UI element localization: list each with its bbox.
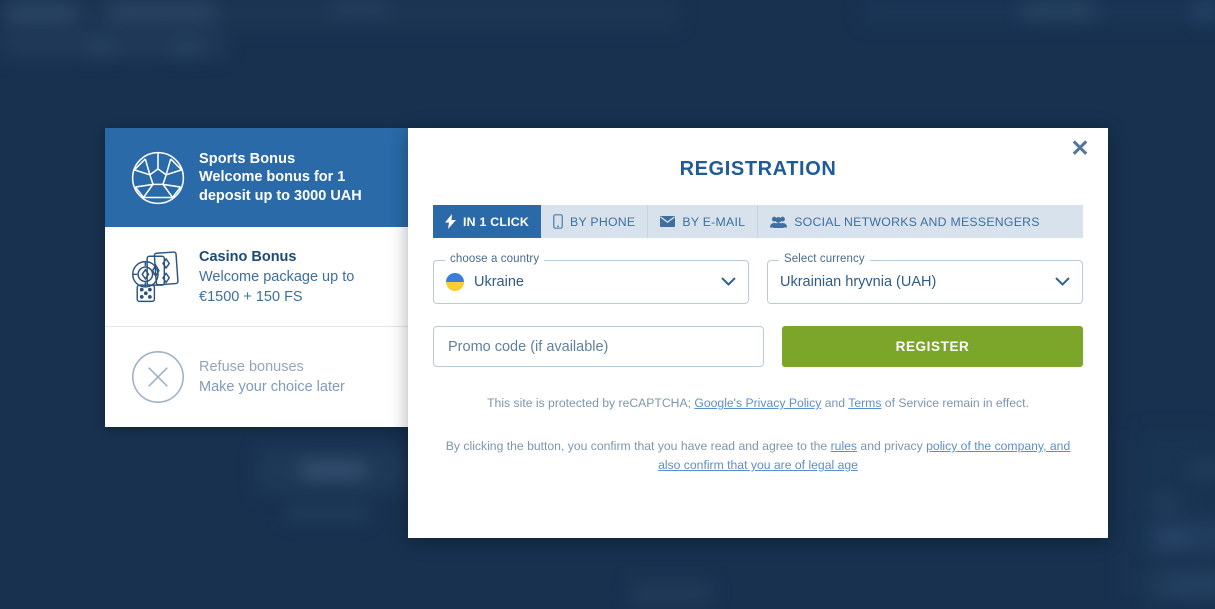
users-group-icon — [770, 216, 788, 228]
envelope-icon — [660, 216, 676, 227]
currency-select-value: Ukrainian hryvnia (UAH) — [780, 274, 937, 290]
background-placeholder — [285, 505, 369, 521]
terms-notice: By clicking the button, you confirm that… — [433, 437, 1083, 475]
bonus-description: Welcome bonus for 1 deposit up to 3000 U… — [199, 168, 362, 204]
form-row-promo-submit: REGISTER — [433, 326, 1083, 367]
close-icon[interactable]: ✕ — [1065, 133, 1095, 163]
recaptcha-text-pre: This site is protected by reCAPTCHA; — [487, 396, 695, 410]
background-placeholder — [1170, 533, 1180, 545]
tab-label: IN 1 CLICK — [463, 214, 530, 229]
currency-select-label: Select currency — [779, 253, 870, 265]
registration-method-tabs: IN 1 CLICK BY PHONE BY E-MAIL SOCIAL NET… — [433, 205, 1083, 238]
bonus-option-casino[interactable]: Casino Bonus Welcome package up to €1500… — [105, 227, 408, 327]
country-select-value: Ukraine — [474, 274, 524, 290]
country-select-label: choose a country — [445, 253, 545, 265]
bonus-option-sports[interactable]: Sports Bonus Welcome bonus for 1 deposit… — [105, 128, 408, 227]
background-placeholder — [108, 2, 216, 22]
bonus-title: Casino Bonus — [199, 248, 297, 265]
background-input — [1148, 521, 1215, 553]
background-placeholder — [630, 580, 712, 606]
recaptcha-text-mid: and — [821, 396, 849, 410]
chevron-down-icon — [721, 273, 736, 291]
recaptcha-text-post: of Service remain in effect. — [881, 396, 1029, 410]
bonus-selection-panel: Sports Bonus Welcome bonus for 1 deposit… — [105, 128, 408, 427]
bonus-description: Welcome package up to €1500 + 150 FS — [199, 268, 355, 305]
mobile-phone-icon — [553, 214, 563, 229]
tab-social-networks[interactable]: SOCIAL NETWORKS AND MESSENGERS — [758, 205, 1052, 238]
bonus-description: Make your choice later — [199, 378, 345, 395]
tab-label: BY PHONE — [570, 214, 636, 229]
recaptcha-notice: This site is protected by reCAPTCHA; Goo… — [433, 394, 1083, 413]
terms-text-mid: and privacy — [857, 439, 927, 453]
page-title: REGISTRATION — [679, 158, 837, 180]
chevron-down-icon — [1055, 273, 1070, 291]
register-button[interactable]: REGISTER — [782, 326, 1083, 367]
background-placeholder — [1190, 462, 1215, 476]
background-placeholder — [1168, 578, 1215, 592]
tab-label: SOCIAL NETWORKS AND MESSENGERS — [794, 214, 1040, 229]
tab-label: BY E-MAIL — [682, 214, 746, 229]
background-placeholder — [330, 0, 390, 16]
background-placeholder — [300, 462, 366, 478]
background-placeholder — [1022, 4, 1096, 18]
bonus-title: Sports Bonus — [199, 150, 296, 167]
google-privacy-policy-link[interactable]: Google's Privacy Policy — [694, 396, 821, 410]
registration-form: choose a country Ukraine Select currency… — [433, 253, 1083, 367]
tab-in-1-click[interactable]: IN 1 CLICK — [433, 205, 542, 238]
terms-link[interactable]: Terms — [848, 396, 881, 410]
currency-select[interactable]: Select currency Ukrainian hryvnia (UAH) — [767, 253, 1083, 304]
tab-by-phone[interactable]: BY PHONE — [541, 205, 649, 238]
casino-chips-cards-icon — [121, 249, 195, 305]
rules-link[interactable]: rules — [831, 439, 857, 453]
tab-by-email[interactable]: BY E-MAIL — [648, 205, 759, 238]
lightning-bolt-icon — [445, 214, 456, 229]
registration-modal: ✕ REGISTRATION IN 1 CLICK BY PHONE BY E-… — [408, 128, 1108, 538]
background-divider — [1125, 430, 1128, 609]
bonus-title: Refuse bonuses — [199, 358, 304, 375]
terms-text-pre: By clicking the button, you confirm that… — [445, 439, 831, 453]
form-row-selects: choose a country Ukraine Select currency… — [433, 253, 1083, 304]
promo-code-input[interactable] — [433, 326, 764, 367]
background-placeholder — [170, 41, 202, 54]
background-placeholder — [86, 41, 116, 54]
circle-x-icon — [121, 349, 195, 405]
country-select[interactable]: choose a country Ukraine — [433, 253, 749, 304]
soccer-ball-icon — [121, 149, 195, 207]
background-placeholder — [5, 5, 77, 21]
ukraine-flag-icon — [446, 273, 464, 291]
bonus-option-refuse[interactable]: Refuse bonuses Make your choice later — [105, 327, 408, 426]
legal-disclaimer: This site is protected by reCAPTCHA; Goo… — [433, 394, 1083, 475]
background-placeholder — [1150, 497, 1180, 511]
background-placeholder — [1196, 0, 1215, 22]
